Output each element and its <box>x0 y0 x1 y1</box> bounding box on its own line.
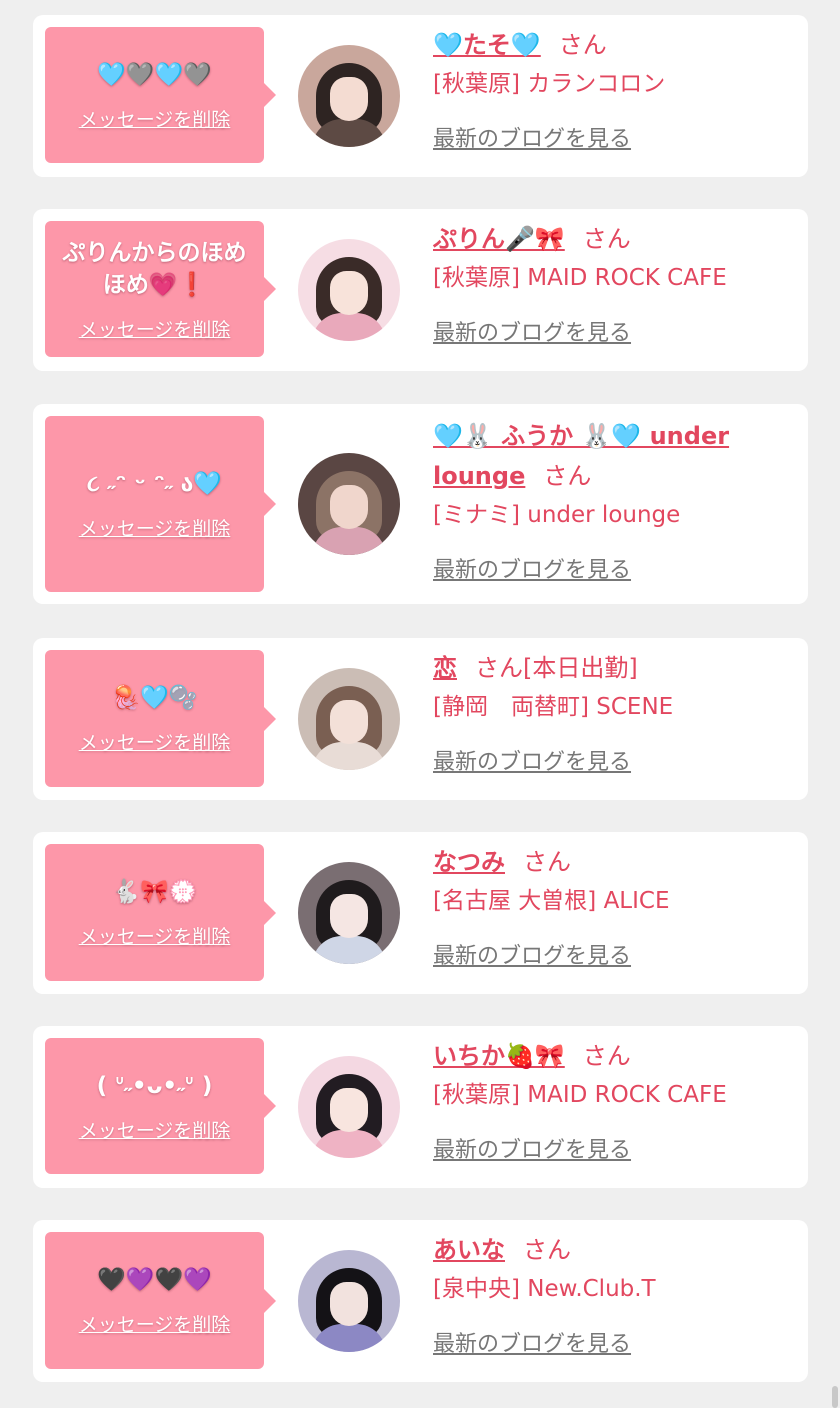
delete-message-link[interactable]: メッセージを削除 <box>79 1116 231 1143</box>
name-line: なつみ さん <box>433 842 794 882</box>
honorific: さん <box>582 225 631 253</box>
avatar-face <box>330 77 368 121</box>
shop-name: [ミナミ] under lounge <box>433 502 681 528</box>
avatar-face <box>330 271 368 315</box>
delete-message-link[interactable]: メッセージを削除 <box>79 514 231 541</box>
message-text: ( ᐡ˶•ᴗ•˶ᐡ ) <box>96 1072 213 1099</box>
shop-name: [秋葉原] カランコロン <box>433 71 666 97</box>
profile-info: ぷりん🎤🎀 さん [秋葉原] MAID ROCK CAFE 最新のブログを見る <box>433 219 794 347</box>
message-text: 🐇🎀💮 <box>111 879 198 905</box>
message-card: 🐇🎀💮 メッセージを削除 なつみ さん [名古屋 大曽根] ALICE 最新のブログを見る <box>33 832 808 994</box>
latest-blog-link[interactable]: 最新のブログを見る <box>433 121 631 153</box>
shop-name: [名古屋 大曽根] ALICE <box>433 888 670 914</box>
avatar[interactable] <box>298 862 400 964</box>
shop-name: [泉中央] New.Club.T <box>433 1276 656 1302</box>
profile-name-link[interactable]: いちか🍓🎀 <box>433 1042 565 1070</box>
latest-blog-link[interactable]: 最新のブログを見る <box>433 315 631 347</box>
message-text: 🪼🩵🫧 <box>111 685 198 711</box>
honorific: さん <box>543 462 592 490</box>
latest-blog-link[interactable]: 最新のブログを見る <box>433 1326 631 1358</box>
name-line: 恋さん[本日出勤] <box>433 648 794 688</box>
message-bubble: 🐇🎀💮 メッセージを削除 <box>45 844 276 981</box>
avatar[interactable] <box>298 45 400 147</box>
profile-info: あいな さん [泉中央] New.Club.T 最新のブログを見る <box>433 1230 794 1358</box>
message-bubble: ૮ ˶ᵔ ᵕ ᵔ˶ ა🩵 メッセージを削除 <box>45 416 276 592</box>
profile-info: なつみ さん [名古屋 大曽根] ALICE 最新のブログを見る <box>433 842 794 970</box>
name-line: いちか🍓🎀 さん <box>433 1036 794 1076</box>
message-card: 🖤💜🖤💜 メッセージを削除 あいな さん [泉中央] New.Club.T 最新のブログを… <box>33 1220 808 1382</box>
avatar-face <box>330 485 368 529</box>
status-text: [本日出勤] <box>523 654 638 682</box>
profile-info: 恋さん[本日出勤] [静岡 両替町] SCENE 最新のブログを見る <box>433 648 794 776</box>
message-card: ૮ ˶ᵔ ᵕ ᵔ˶ ა🩵 メッセージを削除 🩵🐰 ふうか 🐰🩵 under loun… <box>33 404 808 604</box>
avatar-face <box>330 1282 368 1326</box>
profile-name-link[interactable]: あいな <box>433 1236 505 1264</box>
message-card: ぷりんからのほめほめ💗❗️ メッセージを削除 ぷりん🎤🎀 さん [秋葉原] MAID R… <box>33 209 808 371</box>
latest-blog-link[interactable]: 最新のブログを見る <box>433 744 631 776</box>
honorific: さん <box>523 848 571 876</box>
honorific: さん <box>582 1042 631 1070</box>
scrollbar-thumb[interactable] <box>832 1386 838 1408</box>
avatar-face <box>330 700 368 744</box>
name-line: あいな さん <box>433 1230 794 1270</box>
shop-name: [静岡 両替町] SCENE <box>433 694 674 720</box>
message-text: 🖤💜🖤💜 <box>97 1267 212 1293</box>
message-text: ぷりんからのほめほめ💗❗️ <box>62 239 247 298</box>
avatar[interactable] <box>298 1250 400 1352</box>
profile-name-link[interactable]: 🩵たそ🩵 <box>433 31 541 59</box>
delete-message-link[interactable]: メッセージを削除 <box>79 1310 231 1337</box>
message-bubble: 🪼🩵🫧 メッセージを削除 <box>45 650 276 787</box>
name-line: 🩵たそ🩵 さん <box>433 25 794 65</box>
honorific: さん <box>558 31 607 59</box>
honorific: さん <box>475 654 523 682</box>
profile-info: 🩵たそ🩵 さん [秋葉原] カランコロン最新のブログを見る <box>433 25 794 153</box>
avatar[interactable] <box>298 668 400 770</box>
honorific: さん <box>523 1236 571 1264</box>
shop-name: [秋葉原] MAID ROCK CAFE <box>433 1082 727 1108</box>
profile-info: いちか🍓🎀 さん [秋葉原] MAID ROCK CAFE 最新のブログを見る <box>433 1036 794 1164</box>
message-bubble: 🖤💜🖤💜 メッセージを削除 <box>45 1232 276 1369</box>
message-bubble: ぷりんからのほめほめ💗❗️ メッセージを削除 <box>45 221 276 357</box>
message-bubble: 🩵🩶🩵🩶 メッセージを削除 <box>45 27 276 163</box>
avatar[interactable] <box>298 453 400 555</box>
message-card: 🩵🩶🩵🩶 メッセージを削除 🩵たそ🩵 さん [秋葉原] カランコロン最新のブログを見る <box>33 15 808 177</box>
profile-info: 🩵🐰 ふうか 🐰🩵 under lounge さん [ミナミ] under loun… <box>433 416 794 584</box>
delete-message-link[interactable]: メッセージを削除 <box>79 105 231 132</box>
message-list: 🩵🩶🩵🩶 メッセージを削除 🩵たそ🩵 さん [秋葉原] カランコロン 最新のブログを見るぷ… <box>0 0 840 1408</box>
latest-blog-link[interactable]: 最新のブログを見る <box>433 552 631 584</box>
name-line: 🩵🐰 ふうか 🐰🩵 under lounge さん <box>433 416 794 496</box>
avatar[interactable] <box>298 239 400 341</box>
latest-blog-link[interactable]: 最新のブログを見る <box>433 1132 631 1164</box>
avatar-face <box>330 894 368 938</box>
delete-message-link[interactable]: メッセージを削除 <box>79 315 231 342</box>
avatar[interactable] <box>298 1056 400 1158</box>
profile-name-link[interactable]: ぷりん🎤🎀 <box>433 225 565 253</box>
profile-name-link[interactable]: 恋 <box>433 654 457 682</box>
delete-message-link[interactable]: メッセージを削除 <box>79 728 231 755</box>
message-card: ( ᐡ˶•ᴗ•˶ᐡ ) メッセージを削除 いちか🍓🎀 さん [秋葉原] MAID ROC… <box>33 1026 808 1188</box>
message-bubble: ( ᐡ˶•ᴗ•˶ᐡ ) メッセージを削除 <box>45 1038 276 1174</box>
message-text: 🩵🩶🩵🩶 <box>97 61 212 88</box>
message-text: ૮ ˶ᵔ ᵕ ᵔ˶ ა🩵 <box>86 470 223 497</box>
message-card: 🪼🩵🫧 メッセージを削除 恋さん[本日出勤] [静岡 両替町] SCENE 最新のブログ… <box>33 638 808 800</box>
delete-message-link[interactable]: メッセージを削除 <box>79 922 231 949</box>
shop-name: [秋葉原] MAID ROCK CAFE <box>433 265 727 291</box>
avatar-face <box>330 1088 368 1132</box>
profile-name-link[interactable]: なつみ <box>433 848 505 876</box>
latest-blog-link[interactable]: 最新のブログを見る <box>433 938 631 970</box>
name-line: ぷりん🎤🎀 さん <box>433 219 794 259</box>
